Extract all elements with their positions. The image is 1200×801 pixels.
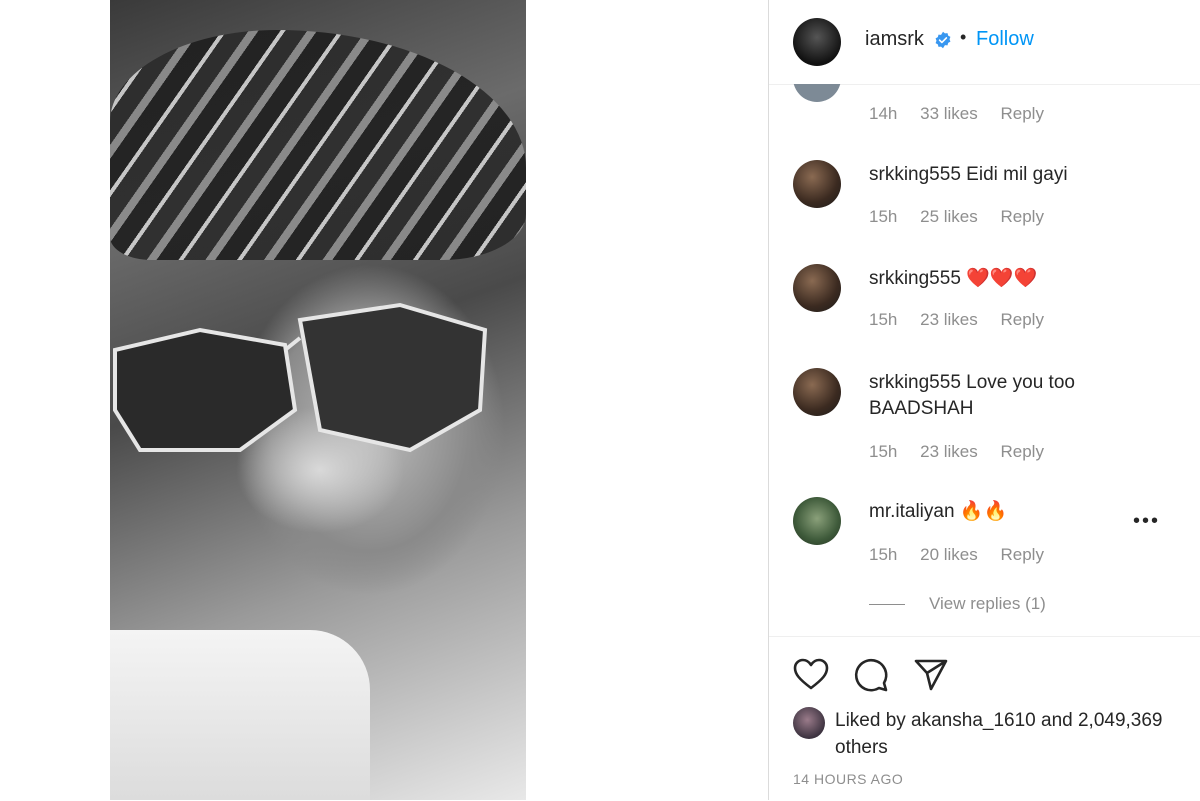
commenter-avatar[interactable] [793,160,841,208]
commenter-avatar[interactable] [793,497,841,545]
post-actions: Liked by akansha_1610 and 2,049,369 othe… [769,636,1200,801]
liker-avatar[interactable] [793,707,825,739]
comment-meta: 15h 25 likes Reply [869,207,1062,227]
comment-likes[interactable]: 25 likes [920,207,978,226]
heart-icon[interactable] [791,655,831,695]
comment-body: 🔥🔥 [954,501,1008,522]
likes-summary: Liked by akansha_1610 and 2,049,369 othe… [835,707,1165,761]
author-username[interactable]: iamsrk [865,28,924,51]
comment-text: srkking555 Love you too BAADSHAH [869,370,1149,422]
comment-time: 15h [869,545,898,564]
post-timestamp: 14 HOURS AGO [793,771,904,787]
comment-likes[interactable]: 23 likes [920,310,978,329]
commenter-username[interactable]: srkking555 [869,268,961,289]
comment-body: ❤️❤️❤️ [960,268,1038,289]
comment-likes[interactable]: 33 likes [920,104,978,123]
view-replies-label: View replies (1) [929,594,1046,613]
commenter-avatar-partial[interactable] [793,84,841,102]
comment-icon[interactable] [851,655,891,695]
view-replies-button[interactable]: View replies (1) [869,594,1046,614]
comment-time: 15h [869,207,898,226]
more-options-icon[interactable]: ••• [1133,510,1160,533]
comment-time: 15h [869,442,898,461]
comment-likes[interactable]: 23 likes [920,442,978,461]
commenter-avatar[interactable] [793,264,841,312]
photo-bandana [110,30,526,260]
verified-badge-icon [935,31,951,49]
post-photo [110,0,526,800]
likes-prefix: Liked by [835,710,912,731]
header-separator: • [960,27,967,47]
comment-meta: 15h 20 likes Reply [869,545,1062,565]
comment-reply-button[interactable]: Reply [1000,104,1043,123]
photo-shirt [110,630,370,800]
comment-reply-button[interactable]: Reply [1000,310,1043,329]
follow-button[interactable]: Follow [976,28,1034,51]
commenter-username[interactable]: srkking555 [869,164,961,185]
commenter-username[interactable]: mr.italiyan [869,501,955,522]
comment-reply-button[interactable]: Reply [1000,442,1043,461]
comment-likes[interactable]: 20 likes [920,545,978,564]
liker-username[interactable]: akansha_1610 [911,710,1036,731]
comment-meta: 15h 23 likes Reply [869,442,1062,462]
comment-reply-button[interactable]: Reply [1000,207,1043,226]
comment-time: 15h [869,310,898,329]
share-icon[interactable] [911,655,951,695]
post-side-panel: iamsrk • Follow 14h 33 likes Reply srkki… [768,0,1200,800]
comment-time: 14h [869,104,898,123]
comment-meta: 15h 23 likes Reply [869,310,1062,330]
photo-sunglasses [113,302,488,453]
commenter-username[interactable]: srkking555 [869,372,961,393]
post-header: iamsrk • Follow [769,0,1200,85]
author-avatar[interactable] [793,18,841,66]
comment-body: Eidi mil gayi [960,164,1068,185]
commenter-avatar[interactable] [793,368,841,416]
replies-divider [869,604,905,606]
comment-text: mr.italiyan 🔥🔥 [869,499,1149,525]
comment-reply-button[interactable]: Reply [1000,545,1043,564]
comment-text: srkking555 ❤️❤️❤️ [869,266,1149,292]
comment-meta: 14h 33 likes Reply [869,104,1062,124]
comment-text: srkking555 Eidi mil gayi [869,162,1149,188]
